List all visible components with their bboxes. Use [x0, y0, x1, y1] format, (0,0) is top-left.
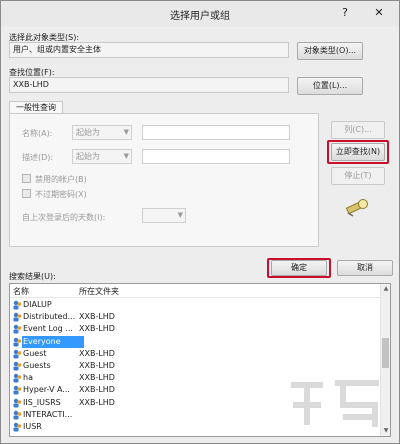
watermark-logo	[291, 380, 379, 427]
table-row[interactable]: Guest XXB-LHD	[10, 348, 380, 360]
name-label: 名称(A):	[22, 129, 53, 138]
user-group-icon	[12, 398, 22, 408]
user-group-icon	[12, 349, 22, 359]
disabled-accounts-label: 禁用的帐户(B)	[35, 175, 87, 184]
result-name: Guests	[23, 361, 51, 370]
find-now-button[interactable]: 立即查找(N)	[331, 143, 385, 161]
result-folder: XXB-LHD	[79, 361, 115, 370]
non-expiring-password-label: 不过期密码(X)	[35, 190, 87, 199]
table-row[interactable]: Everyone	[10, 335, 380, 348]
name-match-value: 起始为	[76, 128, 100, 137]
description-match-value: 起始为	[76, 152, 100, 161]
common-queries-panel: 名称(A): 起始为 ▼ 描述(D): 起始为 ▼ 禁用的帐户(B) 不过期密码…	[9, 113, 319, 247]
result-name: IIS_IUSRS	[23, 397, 61, 407]
select-users-or-groups-dialog: 选择用户或组 ? ✕ 选择此对象类型(S): 用户、组或内置安全主体 对象类型(…	[0, 0, 400, 444]
close-button[interactable]: ✕	[365, 3, 393, 23]
result-name: Event Log ...	[23, 324, 73, 334]
result-name: ha	[23, 373, 33, 383]
name-input[interactable]	[142, 125, 290, 140]
scroll-thumb[interactable]	[382, 338, 389, 368]
table-row[interactable]: Event Log ... XXB-LHD	[10, 323, 380, 335]
description-label: 描述(D):	[22, 153, 54, 162]
non-expiring-password-checkbox[interactable]	[22, 189, 31, 198]
result-name: Distributed...	[23, 312, 76, 322]
chevron-down-icon: ▼	[123, 128, 129, 136]
result-name: IUSR	[23, 422, 42, 431]
result-folder: XXB-LHD	[79, 385, 115, 395]
chevron-down-icon: ▼	[123, 152, 129, 160]
description-match-select[interactable]: 起始为 ▼	[72, 149, 132, 164]
user-group-icon	[12, 312, 22, 322]
object-type-field: 用户、组或内置安全主体	[9, 42, 289, 58]
result-name: Everyone	[22, 335, 84, 348]
result-name: Guest	[23, 348, 47, 358]
user-group-icon	[12, 300, 22, 310]
column-header-name[interactable]: 名称	[12, 286, 74, 298]
days-since-logon-select[interactable]: ▼	[142, 208, 186, 223]
cancel-button[interactable]: 取消	[337, 260, 393, 276]
user-group-icon	[12, 373, 22, 383]
table-row[interactable]: DIALUP	[10, 299, 380, 311]
result-name: Hyper-V A...	[23, 385, 70, 395]
disabled-accounts-checkbox[interactable]	[22, 174, 31, 183]
results-header: 名称 所在文件夹	[10, 284, 390, 298]
chevron-down-icon: ▼	[177, 211, 183, 219]
result-folder: XXB-LHD	[79, 324, 115, 334]
stop-button[interactable]: 停止(T)	[331, 167, 385, 185]
column-header-folder[interactable]: 所在文件夹	[79, 286, 119, 298]
ok-button[interactable]: 确定	[271, 260, 327, 276]
user-group-icon	[12, 324, 22, 334]
help-button[interactable]: ?	[331, 3, 359, 23]
user-group-icon	[12, 361, 22, 371]
user-group-icon	[12, 410, 22, 420]
search-results-label: 搜索结果(U):	[9, 272, 56, 281]
title-bar: 选择用户或组 ? ✕	[1, 1, 399, 27]
object-types-button[interactable]: 对象类型(O)...	[297, 42, 363, 60]
columns-button[interactable]: 列(C)...	[331, 121, 385, 139]
user-group-icon	[12, 337, 22, 347]
user-group-icon	[12, 422, 22, 432]
result-name: INTERACTI...	[23, 409, 73, 419]
result-folder: XXB-LHD	[79, 348, 115, 358]
search-flashlight-icon	[345, 199, 368, 217]
result-folder: XXB-LHD	[79, 373, 115, 383]
result-name: DIALUP	[23, 300, 52, 309]
result-folder: XXB-LHD	[79, 312, 115, 322]
scroll-up-icon[interactable]: ▲	[381, 284, 390, 294]
result-folder: XXB-LHD	[79, 397, 115, 407]
locations-button[interactable]: 位置(L)...	[297, 77, 363, 95]
table-row[interactable]: Distributed... XXB-LHD	[10, 311, 380, 323]
location-field: XXB-LHD	[9, 77, 289, 93]
days-since-logon-label: 自上次登录后的天数(I):	[22, 213, 106, 222]
user-group-icon	[12, 385, 22, 395]
name-match-select[interactable]: 起始为 ▼	[72, 125, 132, 140]
description-input[interactable]	[142, 149, 290, 164]
